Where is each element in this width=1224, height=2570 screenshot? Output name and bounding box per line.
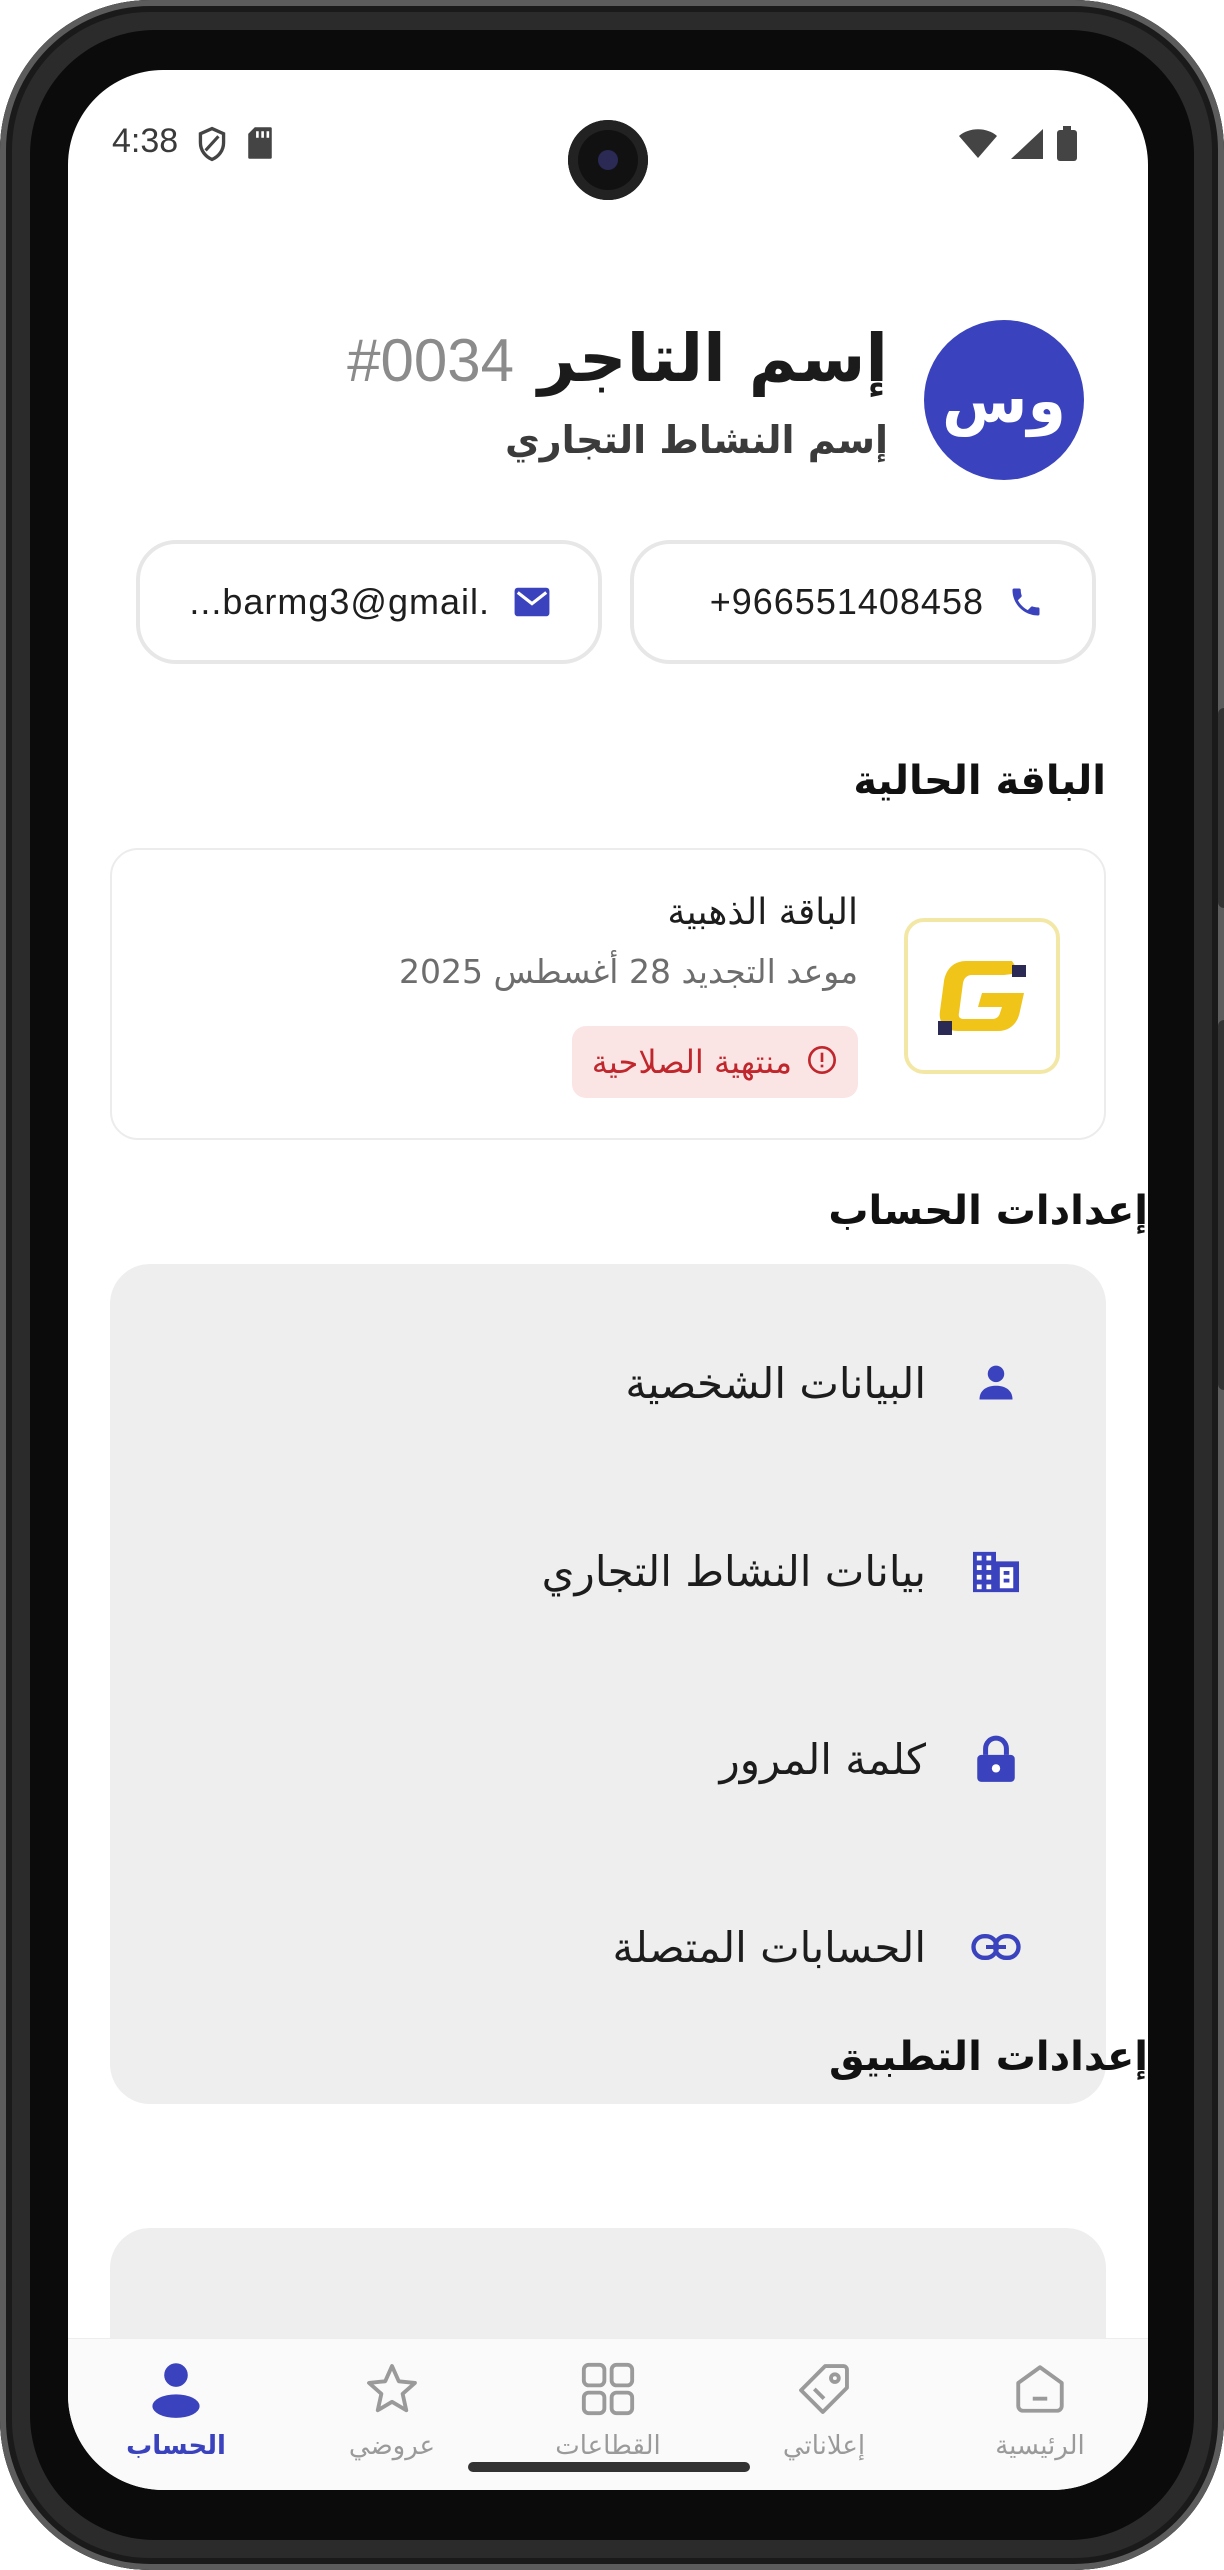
status-left-icons — [196, 126, 274, 166]
link-icon — [966, 1917, 1026, 1977]
settings-item-label: الحسابات المتصلة — [612, 1922, 926, 1972]
current-plan-heading: الباقة الحالية — [853, 758, 1106, 804]
account-settings-panel: البيانات الشخصية بيانات النشاط التجاري ك… — [110, 1264, 1106, 2104]
page: 4:38 وس إسم التاجر #0034 إسم النشاط التج… — [0, 0, 1224, 2570]
avatar: وس — [924, 320, 1084, 480]
person-icon — [140, 2353, 212, 2425]
settings-item-label: بيانات النشاط التجاري — [541, 1546, 926, 1596]
shield-icon — [196, 126, 228, 166]
power-button — [1218, 708, 1224, 908]
settings-item-business-info[interactable]: بيانات النشاط التجاري — [110, 1496, 1106, 1646]
plan-renewal-date: موعد التجديد 28 أغسطس 2025 — [398, 952, 858, 991]
screen: 4:38 وس إسم التاجر #0034 إسم النشاط التج… — [68, 70, 1148, 2490]
nav-item-home[interactable]: الرئيسية — [932, 2339, 1148, 2490]
plan-name: الباقة الذهبية — [667, 892, 858, 933]
nav-label: الرئيسية — [995, 2431, 1085, 2461]
settings-item-password[interactable]: كلمة المرور — [110, 1684, 1106, 1834]
app-settings-heading: إعدادات التطبيق — [829, 2034, 1148, 2080]
status-time: 4:38 — [112, 122, 179, 160]
building-icon — [966, 1541, 1026, 1601]
phone-chip[interactable]: +966551408458 — [630, 540, 1096, 664]
grid-icon — [572, 2353, 644, 2425]
person-icon — [966, 1353, 1026, 1413]
phone-icon — [1006, 582, 1046, 622]
home-icon — [1004, 2353, 1076, 2425]
lock-icon — [966, 1729, 1026, 1789]
tag-icon — [788, 2353, 860, 2425]
home-indicator[interactable] — [468, 2462, 750, 2472]
account-settings-heading: إعدادات الحساب — [828, 1188, 1148, 1234]
email-address: ...barmg3@gmail. — [189, 581, 490, 622]
alert-circle-icon — [806, 1044, 838, 1080]
volume-button — [1218, 1020, 1224, 1390]
nav-label: عروضي — [348, 2431, 436, 2461]
wifi-icon — [958, 128, 998, 164]
signal-icon — [1010, 128, 1044, 164]
email-chip[interactable]: ...barmg3@gmail. — [136, 540, 602, 664]
merchant-id: #0034 — [347, 327, 514, 394]
nav-label: الحساب — [126, 2431, 226, 2461]
merchant-name: إسم التاجر — [537, 320, 888, 397]
merchant-title-row: إسم التاجر #0034 — [347, 320, 888, 397]
sd-card-icon — [246, 126, 274, 166]
expired-status-badge: منتهية الصلاحية — [571, 1026, 858, 1098]
status-right-icons — [958, 126, 1078, 166]
front-camera — [568, 120, 648, 200]
gold-plan-logo-icon — [938, 961, 1026, 1035]
nav-label: إعلاناتي — [782, 2431, 866, 2461]
star-icon — [356, 2353, 428, 2425]
business-name: إسم النشاط التجاري — [504, 418, 888, 462]
nav-label: القطاعات — [555, 2431, 661, 2461]
phone-number: +966551408458 — [709, 581, 984, 622]
expired-status-text: منتهية الصلاحية — [591, 1043, 792, 1081]
mail-icon — [512, 582, 552, 622]
status-bar: 4:38 — [68, 70, 1148, 210]
settings-item-label: كلمة المرور — [719, 1734, 926, 1784]
plan-logo — [904, 918, 1060, 1074]
settings-item-connected-accounts[interactable]: الحسابات المتصلة — [110, 1872, 1106, 2022]
nav-item-account[interactable]: الحساب — [68, 2339, 284, 2490]
settings-item-personal-info[interactable]: البيانات الشخصية — [110, 1308, 1106, 1458]
battery-icon — [1056, 126, 1078, 166]
plan-card[interactable]: الباقة الذهبية موعد التجديد 28 أغسطس 202… — [110, 848, 1106, 1140]
settings-item-label: البيانات الشخصية — [625, 1358, 926, 1408]
